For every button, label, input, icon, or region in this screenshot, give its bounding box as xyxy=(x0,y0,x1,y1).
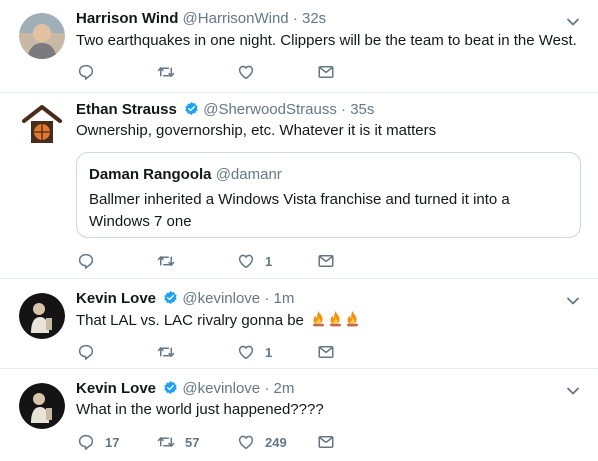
author-handle[interactable]: @kevinlove xyxy=(182,290,260,307)
retweet-icon xyxy=(157,252,175,270)
like-count: 249 xyxy=(265,434,287,450)
like-icon xyxy=(237,63,255,81)
avatar[interactable] xyxy=(19,13,65,59)
tweet-text: What in the world just happened???? xyxy=(76,401,324,418)
timestamp[interactable]: 2m xyxy=(273,380,294,397)
like-count: 1 xyxy=(265,344,273,360)
fire-emoji-icon xyxy=(310,310,327,328)
fire-emoji-icon xyxy=(327,310,344,328)
retweet-icon xyxy=(157,433,175,451)
message-icon xyxy=(317,433,335,451)
tweet[interactable]: Kevin Love @kevinlove · 2m What in the w… xyxy=(0,369,598,461)
like-button[interactable]: 1 xyxy=(237,251,272,271)
like-icon xyxy=(237,252,255,270)
like-button[interactable]: 1 xyxy=(237,342,272,362)
direct-message-button[interactable] xyxy=(317,62,335,82)
chevron-down-icon[interactable] xyxy=(565,293,581,309)
verified-icon xyxy=(163,290,178,305)
retweet-button[interactable]: 57 xyxy=(157,432,199,452)
quoted-author-handle: @damanr xyxy=(215,166,282,183)
tweet[interactable]: Ethan Strauss @SherwoodStrauss · 35s Own… xyxy=(0,93,598,279)
author-name[interactable]: Ethan Strauss xyxy=(76,101,177,118)
quoted-tweet-text: Ballmer inherited a Windows Vista franch… xyxy=(89,191,510,230)
reply-button[interactable] xyxy=(77,62,105,82)
reply-button[interactable]: 17 xyxy=(77,432,119,452)
message-icon xyxy=(317,63,335,81)
separator-dot: · xyxy=(264,290,270,307)
chevron-down-icon[interactable] xyxy=(565,383,581,399)
like-count: 1 xyxy=(265,253,273,269)
separator-dot: · xyxy=(341,101,347,118)
message-icon xyxy=(317,252,335,270)
direct-message-button[interactable] xyxy=(317,432,335,452)
verified-icon xyxy=(184,101,199,116)
tweet[interactable]: Kevin Love @kevinlove · 1m That LAL vs. … xyxy=(0,279,598,369)
timestamp[interactable]: 35s xyxy=(350,101,374,118)
retweet-icon xyxy=(157,343,175,361)
like-button[interactable] xyxy=(237,62,265,82)
reply-button[interactable] xyxy=(77,251,105,271)
author-name[interactable]: Kevin Love xyxy=(76,290,156,307)
avatar[interactable] xyxy=(19,293,65,339)
direct-message-button[interactable] xyxy=(317,251,335,271)
avatar[interactable] xyxy=(19,103,65,149)
author-handle[interactable]: @HarrisonWind xyxy=(183,10,289,27)
tweet[interactable]: Harrison Wind @HarrisonWind · 32s Two ea… xyxy=(0,0,598,93)
author-handle[interactable]: @SherwoodStrauss xyxy=(203,101,337,118)
reply-icon xyxy=(77,252,95,270)
like-button[interactable]: 249 xyxy=(237,432,287,452)
direct-message-button[interactable] xyxy=(317,342,335,362)
retweet-count: 57 xyxy=(185,434,200,450)
tweet-actions xyxy=(77,62,377,82)
like-icon xyxy=(237,343,255,361)
tweet-actions: 17 57 249 xyxy=(77,432,377,452)
quoted-tweet[interactable]: Daman Rangoola @damanr Ballmer inherited… xyxy=(76,152,581,238)
reply-button[interactable] xyxy=(77,342,105,362)
fire-emoji-icon xyxy=(344,310,361,328)
reply-icon xyxy=(77,63,95,81)
quoted-author-name: Daman Rangoola xyxy=(89,166,212,183)
tweet-text: That LAL vs. LAC rivalry gonna be xyxy=(76,310,361,331)
like-icon xyxy=(237,433,255,451)
tweet-actions: 1 xyxy=(77,342,377,362)
author-name[interactable]: Kevin Love xyxy=(76,380,156,397)
separator-dot: · xyxy=(292,10,298,27)
timestamp[interactable]: 1m xyxy=(273,290,294,307)
tweet-actions: 1 xyxy=(77,251,377,271)
chevron-down-icon[interactable] xyxy=(565,14,581,30)
timestamp[interactable]: 32s xyxy=(302,10,326,27)
verified-icon xyxy=(163,380,178,395)
retweet-icon xyxy=(157,63,175,81)
retweet-button[interactable] xyxy=(157,251,185,271)
reply-count: 17 xyxy=(105,434,120,450)
author-handle[interactable]: @kevinlove xyxy=(182,380,260,397)
tweet-text: Two earthquakes in one night. Clippers w… xyxy=(76,32,577,49)
retweet-button[interactable] xyxy=(157,62,185,82)
avatar[interactable] xyxy=(19,383,65,429)
reply-icon xyxy=(77,343,95,361)
reply-icon xyxy=(77,433,95,451)
message-icon xyxy=(317,343,335,361)
retweet-button[interactable] xyxy=(157,342,185,362)
author-name[interactable]: Harrison Wind xyxy=(76,10,178,27)
separator-dot: · xyxy=(264,380,270,397)
tweet-text: Ownership, governorship, etc. Whatever i… xyxy=(76,122,437,139)
tweet-text-content: That LAL vs. LAC rivalry gonna be xyxy=(76,312,304,329)
